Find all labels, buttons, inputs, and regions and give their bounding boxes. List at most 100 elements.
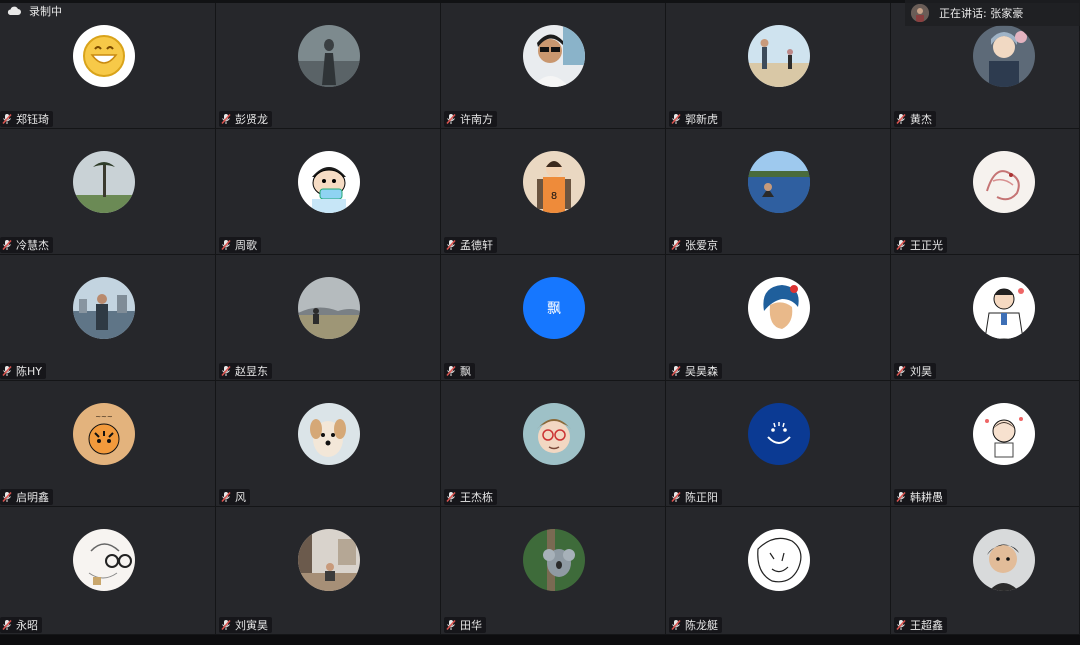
participant-avatar [523,529,585,591]
recording-label: 录制中 [29,5,62,18]
speaker-avatar [911,4,929,22]
avatar-image [298,529,360,591]
mic-muted-icon [1,619,13,631]
participant-name: 韩耕愚 [910,491,943,504]
participant-name: 赵昱东 [235,365,268,378]
participant-avatar [298,403,360,465]
speaking-label: 正在讲话: 张家豪 [939,7,1024,20]
avatar-image [73,529,135,591]
mic-muted-icon [220,619,232,631]
avatar-image [298,25,360,87]
participant-name-tag: 风 [219,489,250,505]
participant-avatar [298,151,360,213]
avatar-image [973,403,1035,465]
participant-tile[interactable]: 陈HY [0,255,216,381]
participant-name: 陈龙艇 [685,619,718,632]
participant-name-tag: 王正光 [894,237,947,253]
participant-tile[interactable]: 许南方 [441,3,666,129]
avatar-image [73,151,135,213]
participant-name-tag: 陈HY [0,363,46,379]
participant-avatar [973,403,1035,465]
participant-tile[interactable]: 8 孟德轩 [441,129,666,255]
participant-tile[interactable]: 郭新虎 [666,3,891,129]
participant-avatar [73,25,135,87]
avatar-image [523,25,585,87]
participant-tile[interactable]: 田华 [441,507,666,635]
avatar-image [748,25,810,87]
participant-tile[interactable]: 冷慧杰 [0,129,216,255]
participant-tile[interactable]: ~~~ 启明鑫 [0,381,216,507]
participant-tile[interactable]: 彭贤龙 [216,3,441,129]
participant-name-tag: 郭新虎 [669,111,722,127]
participant-avatar: 飘 [523,277,585,339]
participant-avatar: 8 [523,151,585,213]
participant-name: 冷慧杰 [16,239,49,252]
mic-muted-icon [670,491,682,503]
participant-tile[interactable]: 刘昊 [891,255,1080,381]
mic-muted-icon [445,619,457,631]
bottom-bar [0,635,1080,645]
mic-muted-icon [895,239,907,251]
participant-name: 飘 [460,365,471,378]
participant-name: 王超鑫 [910,619,943,632]
participant-tile[interactable]: 赵昱东 [216,255,441,381]
avatar-image [973,25,1035,87]
avatar-image [748,151,810,213]
participant-name-tag: 彭贤龙 [219,111,272,127]
participant-name: 吴昊森 [685,365,718,378]
participant-avatar [973,151,1035,213]
avatar-image [298,277,360,339]
participant-tile[interactable]: 吴昊森 [666,255,891,381]
participant-avatar [298,277,360,339]
participant-avatar [298,529,360,591]
participant-tile[interactable]: 王超鑫 [891,507,1080,635]
avatar-image [973,529,1035,591]
participant-tile[interactable]: 陈正阳 [666,381,891,507]
mic-muted-icon [445,491,457,503]
mic-muted-icon [670,619,682,631]
participant-tile[interactable]: 陈龙艇 [666,507,891,635]
mic-muted-icon [1,365,13,377]
participant-grid: 郑钰琦 彭贤龙 许南方 郭新虎 黄杰 冷慧杰 周歌 8 孟德轩 张爱京 王正光 陈HY 赵昱东飘飘吴昊森… [0,3,1080,635]
participant-tile[interactable]: 飘飘 [441,255,666,381]
avatar-image [298,151,360,213]
avatar-image [973,277,1035,339]
mic-muted-icon [670,113,682,125]
participant-name: 王杰栋 [460,491,493,504]
participant-name-tag: 赵昱东 [219,363,272,379]
participant-name: 风 [235,491,246,504]
participant-name-tag: 张爱京 [669,237,722,253]
avatar-image [748,529,810,591]
participant-avatar [523,403,585,465]
avatar-image [748,403,810,465]
participant-avatar: ~~~ [73,403,135,465]
participant-avatar [748,151,810,213]
participant-name: 郭新虎 [685,113,718,126]
participant-name-tag: 田华 [444,617,486,633]
participant-tile[interactable]: 周歌 [216,129,441,255]
participant-tile[interactable]: 风 [216,381,441,507]
participant-tile[interactable]: 刘寅昊 [216,507,441,635]
participant-tile[interactable]: 王正光 [891,129,1080,255]
participant-name: 陈正阳 [685,491,718,504]
participant-tile[interactable]: 王杰栋 [441,381,666,507]
participant-name: 许南方 [460,113,493,126]
avatar-initial: 飘 [547,301,561,317]
mic-muted-icon [220,239,232,251]
participant-tile[interactable]: 永昭 [0,507,216,635]
participant-avatar [973,529,1035,591]
participant-name: 黄杰 [910,113,932,126]
avatar-image [298,403,360,465]
participant-avatar [523,25,585,87]
participant-name: 刘昊 [910,365,932,378]
participant-tile[interactable]: 张爱京 [666,129,891,255]
avatar-image [973,151,1035,213]
participant-avatar [973,277,1035,339]
participant-name: 王正光 [910,239,943,252]
participant-name-tag: 吴昊森 [669,363,722,379]
participant-name-tag: 刘寅昊 [219,617,272,633]
participant-name-tag: 陈正阳 [669,489,722,505]
participant-name-tag: 飘 [444,363,475,379]
active-speaker-indicator: 正在讲话: 张家豪 [905,0,1080,26]
participant-tile[interactable]: 韩耕愚 [891,381,1080,507]
